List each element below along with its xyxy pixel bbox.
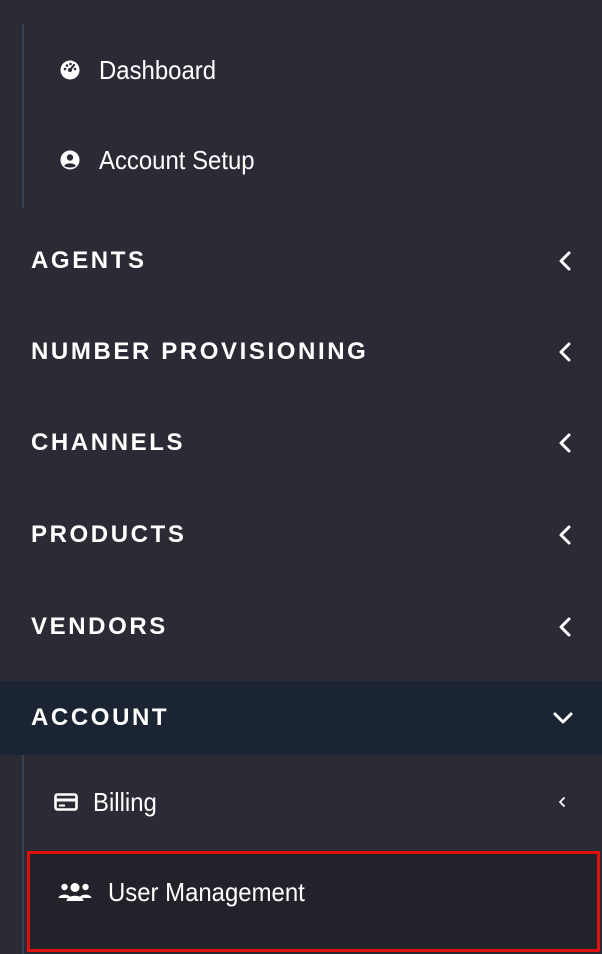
section-products[interactable]: PRODUCTS xyxy=(0,498,602,572)
section-vendors[interactable]: VENDORS xyxy=(0,590,602,664)
chevron-left-icon xyxy=(556,432,574,454)
section-title: AGENTS xyxy=(31,247,147,274)
chevron-left-icon xyxy=(558,795,568,809)
section-channels[interactable]: CHANNELS xyxy=(0,406,602,480)
sidebar-item-billing[interactable]: Billing xyxy=(0,772,602,832)
section-title: ACCOUNT xyxy=(31,704,170,731)
sidebar-item-label: User Management xyxy=(108,876,305,907)
chevron-left-icon xyxy=(556,250,574,272)
sidebar-item-label: Billing xyxy=(93,786,157,817)
users-icon xyxy=(58,882,92,902)
sidebar-nav: Dashboard Account Setup AGENTS NUMBER PR… xyxy=(0,0,602,954)
sidebar-item-label: Dashboard xyxy=(99,54,217,85)
credit-card-icon xyxy=(54,792,78,812)
section-title: PRODUCTS xyxy=(31,521,187,548)
sidebar-item-label: Account Setup xyxy=(99,144,255,175)
section-agents[interactable]: AGENTS xyxy=(0,224,602,298)
sidebar-item-dashboard[interactable]: Dashboard xyxy=(0,40,602,100)
top-submenu: Dashboard Account Setup xyxy=(0,0,602,210)
sidebar-item-account-setup[interactable]: Account Setup xyxy=(0,130,602,190)
section-account[interactable]: ACCOUNT xyxy=(0,681,602,755)
chevron-left-icon xyxy=(556,341,574,363)
section-title: VENDORS xyxy=(31,613,168,640)
chevron-down-icon xyxy=(552,707,574,729)
user-circle-icon xyxy=(60,150,80,170)
sidebar-item-user-management[interactable]: User Management xyxy=(0,862,602,922)
chevron-left-icon xyxy=(556,616,574,638)
section-title: CHANNELS xyxy=(31,429,186,456)
section-title: NUMBER PROVISIONING xyxy=(31,338,369,365)
section-number-provisioning[interactable]: NUMBER PROVISIONING xyxy=(0,315,602,389)
tachometer-icon xyxy=(60,60,80,80)
chevron-left-icon xyxy=(556,524,574,546)
